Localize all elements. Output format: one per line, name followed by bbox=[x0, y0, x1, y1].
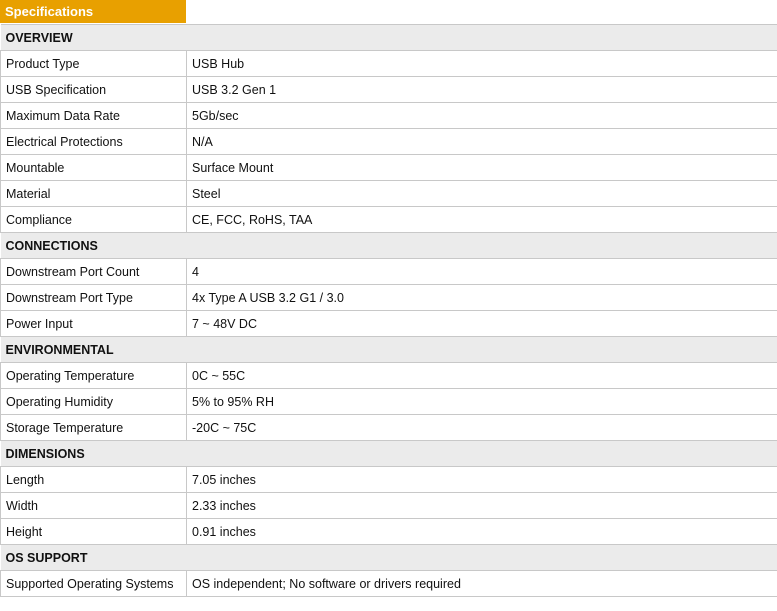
spec-value: Steel bbox=[186, 180, 777, 207]
section-header-dimensions: DIMENSIONS bbox=[0, 440, 777, 467]
table-row: Downstream Port Count 4 bbox=[0, 258, 777, 285]
spec-label: Supported Operating Systems bbox=[0, 570, 187, 597]
section-header-overview: OVERVIEW bbox=[0, 24, 777, 51]
spec-value: USB Hub bbox=[186, 50, 777, 77]
spec-label: Maximum Data Rate bbox=[0, 102, 187, 129]
spec-label: Height bbox=[0, 518, 187, 545]
spec-value: CE, FCC, RoHS, TAA bbox=[186, 206, 777, 233]
spec-label: Mountable bbox=[0, 154, 187, 181]
spec-value: 4x Type A USB 3.2 G1 / 3.0 bbox=[186, 284, 777, 311]
table-row: Mountable Surface Mount bbox=[0, 154, 777, 181]
specifications-table: OVERVIEW Product Type USB Hub USB Specifica… bbox=[0, 24, 777, 597]
spec-value: OS independent; No software or drivers r… bbox=[186, 570, 777, 597]
spec-value: Surface Mount bbox=[186, 154, 777, 181]
section-header-os-support: OS SUPPORT bbox=[0, 544, 777, 571]
spec-value: N/A bbox=[186, 128, 777, 155]
section-title: ENVIRONMENTAL bbox=[0, 336, 777, 363]
table-row: Power Input 7 ~ 48V DC bbox=[0, 310, 777, 337]
table-row: USB Specification USB 3.2 Gen 1 bbox=[0, 76, 777, 103]
spec-label: Power Input bbox=[0, 310, 187, 337]
spec-label: Operating Humidity bbox=[0, 388, 187, 415]
specifications-table-body: OVERVIEW Product Type USB Hub USB Specifica… bbox=[0, 24, 777, 597]
section-title: DIMENSIONS bbox=[0, 440, 777, 467]
spec-label: Length bbox=[0, 466, 187, 493]
spec-label: Downstream Port Count bbox=[0, 258, 187, 285]
spec-value: 2.33 inches bbox=[186, 492, 777, 519]
spec-label: Electrical Protections bbox=[0, 128, 187, 155]
spec-value: 5Gb/sec bbox=[186, 102, 777, 129]
spec-label: Product Type bbox=[0, 50, 187, 77]
spec-value: 0C ~ 55C bbox=[186, 362, 777, 389]
table-row: Material Steel bbox=[0, 180, 777, 207]
table-row: Operating Humidity 5% to 95% RH bbox=[0, 388, 777, 415]
spec-label: Operating Temperature bbox=[0, 362, 187, 389]
spec-label: Storage Temperature bbox=[0, 414, 187, 441]
table-row: Downstream Port Type 4x Type A USB 3.2 G1… bbox=[0, 284, 777, 311]
table-row: Maximum Data Rate 5Gb/sec bbox=[0, 102, 777, 129]
spec-value: USB 3.2 Gen 1 bbox=[186, 76, 777, 103]
spec-value: 5% to 95% RH bbox=[186, 388, 777, 415]
spec-label: Downstream Port Type bbox=[0, 284, 187, 311]
spec-value: 7.05 inches bbox=[186, 466, 777, 493]
section-header-environmental: ENVIRONMENTAL bbox=[0, 336, 777, 363]
specifications-tab[interactable]: Specifications bbox=[0, 0, 186, 23]
table-row: Length 7.05 inches bbox=[0, 466, 777, 493]
table-row: Height 0.91 inches bbox=[0, 518, 777, 545]
spec-value: 0.91 inches bbox=[186, 518, 777, 545]
spec-label: Material bbox=[0, 180, 187, 207]
spec-label: USB Specification bbox=[0, 76, 187, 103]
table-row: Width 2.33 inches bbox=[0, 492, 777, 519]
section-title: CONNECTIONS bbox=[0, 232, 777, 259]
spec-value: -20C ~ 75C bbox=[186, 414, 777, 441]
table-row: Storage Temperature -20C ~ 75C bbox=[0, 414, 777, 441]
section-title: OVERVIEW bbox=[0, 24, 777, 51]
table-row: Electrical Protections N/A bbox=[0, 128, 777, 155]
spec-label: Compliance bbox=[0, 206, 187, 233]
spec-value: 7 ~ 48V DC bbox=[186, 310, 777, 337]
section-title: OS SUPPORT bbox=[0, 544, 777, 571]
spec-value: 4 bbox=[186, 258, 777, 285]
table-row: Supported Operating Systems OS independen… bbox=[0, 570, 777, 597]
table-row: Operating Temperature 0C ~ 55C bbox=[0, 362, 777, 389]
table-row: Product Type USB Hub bbox=[0, 50, 777, 77]
spec-label: Width bbox=[0, 492, 187, 519]
table-row: Compliance CE, FCC, RoHS, TAA bbox=[0, 206, 777, 233]
section-header-connections: CONNECTIONS bbox=[0, 232, 777, 259]
